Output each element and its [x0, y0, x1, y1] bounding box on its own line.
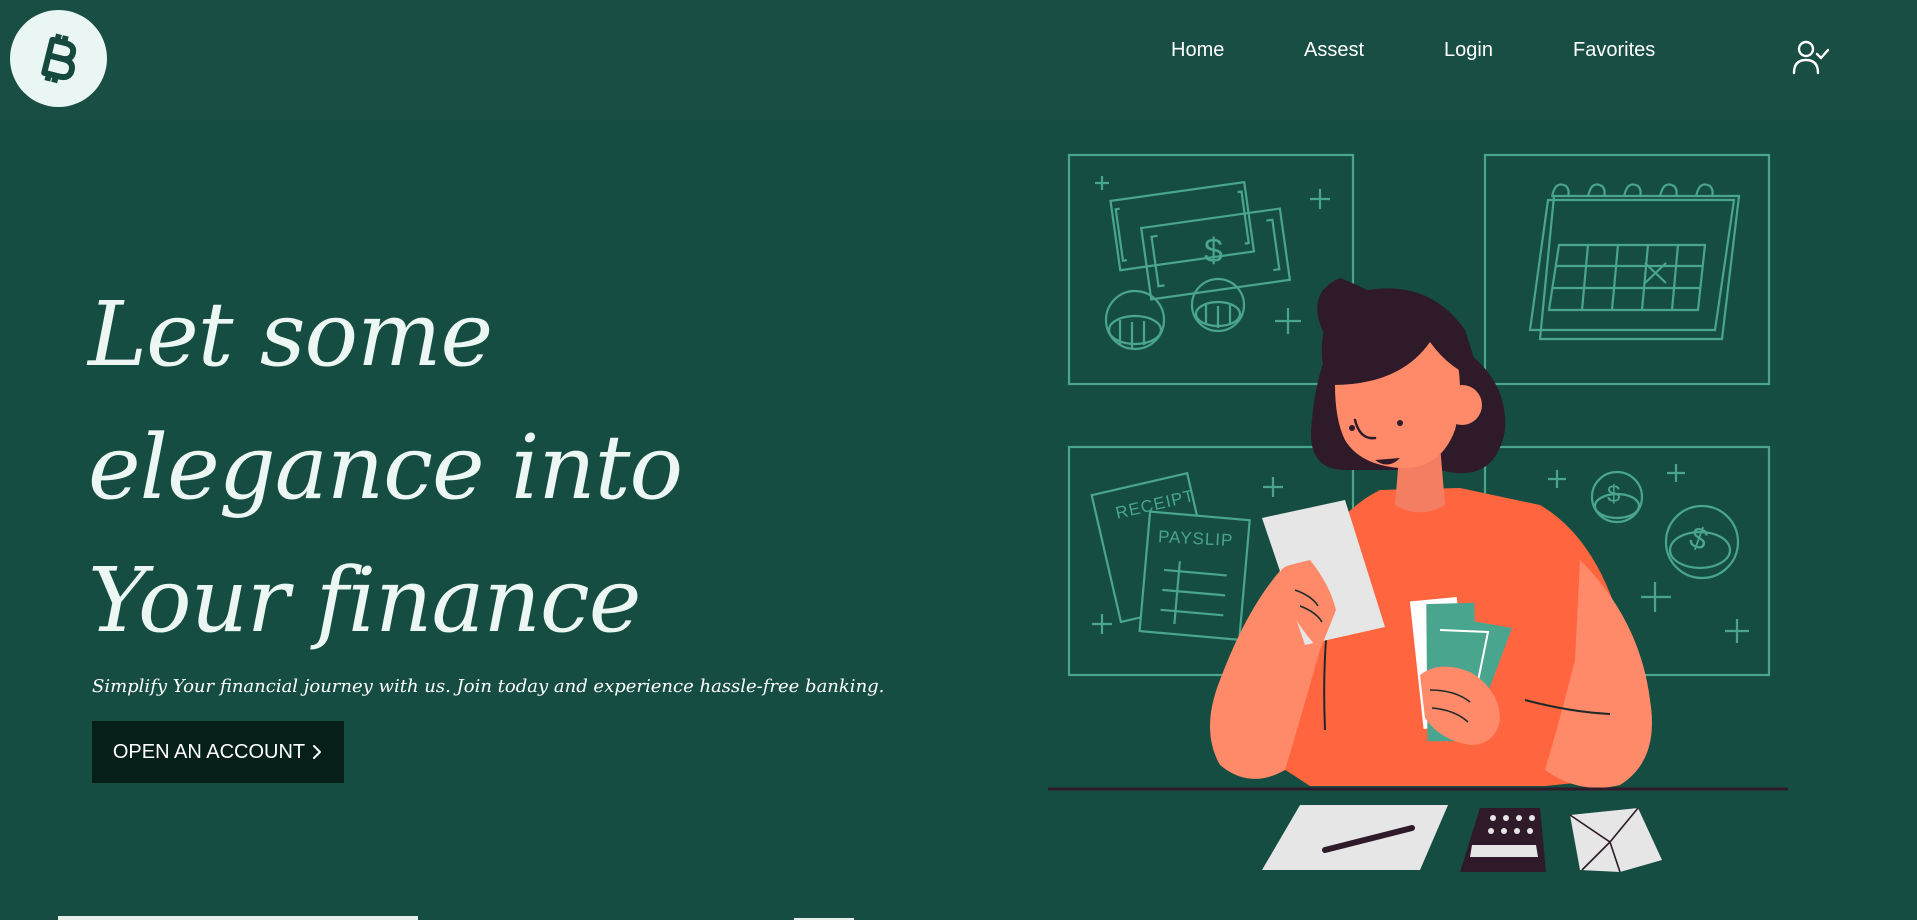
coin-dollar-sign: $: [1685, 521, 1712, 558]
hero-title-line: Your finance: [88, 548, 641, 652]
bitcoin-logo[interactable]: [10, 10, 107, 107]
woman-figure: [1210, 278, 1652, 788]
open-account-button[interactable]: OPEN AN ACCOUNT: [92, 721, 344, 783]
landing-page: Home Assest Login Favorites Let some ele…: [0, 0, 1917, 920]
nav-home-link[interactable]: Home: [1171, 38, 1224, 62]
hero-subtitle: Simplify Your financial journey with us.…: [92, 676, 885, 697]
hero-title-line: elegance into: [88, 415, 683, 519]
bitcoin-icon: [40, 33, 76, 83]
nav-favorites-link[interactable]: Favorites: [1573, 38, 1655, 62]
nav-assest-link[interactable]: Assest: [1304, 38, 1364, 62]
chevron-right-icon: [313, 745, 322, 759]
payslip-label: PAYSLIP: [1158, 527, 1234, 550]
hero-title-line: Let some: [88, 282, 493, 386]
calendar-panel: [1483, 153, 1771, 386]
footer-divider: [58, 916, 418, 920]
money-panel: $: [1067, 153, 1355, 386]
nav-login-link[interactable]: Login: [1444, 38, 1493, 62]
desk: [1048, 787, 1788, 873]
top-navigation-bar: Home Assest Login Favorites: [0, 0, 1917, 117]
dollar-sign-label: $: [1204, 232, 1223, 270]
user-account-button[interactable]: [1790, 38, 1834, 78]
user-check-icon: [1792, 40, 1830, 75]
hero-title: Let some elegance into Your finance: [88, 268, 683, 667]
open-account-label: OPEN AN ACCOUNT: [112, 740, 306, 763]
coin-dollar-sign: $: [1607, 481, 1620, 508]
finance-illustration: $ RECEIPT PAYSLIP $ $: [1048, 153, 1788, 873]
